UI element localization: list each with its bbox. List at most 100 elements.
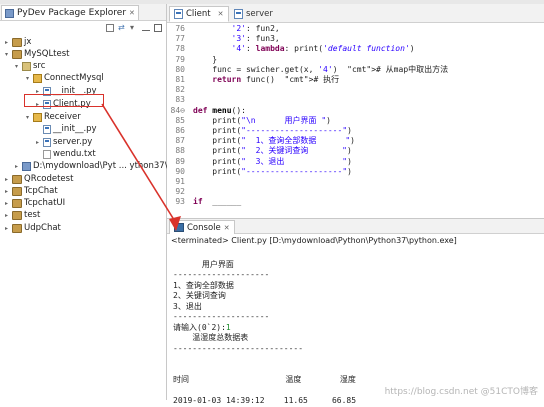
code-text: func = swicher.get(x, '4') "cmt"># 从map中… (193, 64, 449, 74)
tree-item[interactable]: __init__.py (34, 124, 97, 135)
chevron-right-icon[interactable]: ▸ (3, 198, 10, 209)
tree-item[interactable]: ▸ QRcodetest (3, 174, 73, 185)
code-text: } (193, 54, 218, 64)
tab-server[interactable]: server (230, 6, 290, 22)
tree-item[interactable]: ▸ jx (3, 37, 31, 48)
maximize-icon[interactable] (154, 23, 162, 32)
tree-item[interactable]: ▸ TcpChat (3, 186, 58, 197)
line-number: 91 (175, 177, 185, 186)
code-text: print("--------------------") (193, 126, 352, 135)
interpreter-icon (22, 162, 31, 171)
tree-item-label: ConnectMysql (44, 73, 104, 83)
explorer-toolbar: ⇄ ▾ (0, 21, 166, 34)
view-menu-icon[interactable]: ▾ (130, 23, 138, 32)
chevron-right-icon[interactable]: ▸ (3, 174, 10, 185)
collapse-all-icon[interactable] (106, 23, 114, 32)
code-line[interactable]: 76 '2': fun2, (167, 24, 544, 34)
tree-item[interactable]: ▸ server.py (34, 137, 92, 148)
tree-item-label: test (24, 210, 41, 220)
chevron-right-icon[interactable]: ▸ (3, 210, 10, 221)
tree-item[interactable]: ▸ UdpChat (3, 223, 61, 234)
line-number: 87 (175, 136, 185, 146)
link-with-editor-icon[interactable]: ⇄ (118, 23, 126, 32)
code-line[interactable]: 81 return func() "cmt"># 执行 (167, 75, 544, 85)
tree-item[interactable]: ▸ test (3, 210, 40, 221)
code-line[interactable]: 80 func = swicher.get(x, '4') "cmt"># 从m… (167, 65, 544, 75)
code-line[interactable]: 77 '3': fun3, (167, 34, 544, 44)
code-line[interactable]: 93 if ______ (167, 197, 544, 207)
chevron-right-icon[interactable]: ▸ (13, 161, 20, 172)
console-output-line: --------------------------- (173, 343, 304, 353)
tree-item-label: jx (24, 37, 32, 47)
minimize-icon[interactable] (142, 25, 150, 31)
line-number: 88 (175, 146, 185, 156)
chevron-right-icon[interactable]: ▸ (3, 186, 10, 197)
code-line[interactable]: 89 print(" 3、退出 ") (167, 157, 544, 167)
line-number: 82 (175, 85, 185, 95)
line-number: 86 (175, 126, 185, 135)
console-icon (174, 223, 184, 232)
tree-item-label: TcpChat (24, 186, 58, 196)
tree-item[interactable]: ▾ ConnectMysql (24, 73, 104, 84)
code-line[interactable]: 86 print("--------------------") (167, 126, 544, 136)
chevron-right-icon[interactable]: ▸ (3, 223, 10, 234)
close-icon[interactable]: ✕ (218, 10, 224, 18)
console-panel: Console ✕ <terminated> Client.py [D:\myd… (167, 218, 544, 406)
console-output-line: 2、关键词查询 (173, 291, 226, 300)
console-tab-label: Console (187, 222, 221, 233)
code-line[interactable]: 90 print("--------------------") (167, 167, 544, 177)
code-text: def menu(): (193, 105, 246, 115)
chevron-down-icon[interactable]: ▾ (13, 61, 20, 72)
watermark: https://blog.csdn.net @51CTO博客 (384, 387, 538, 397)
code-line[interactable]: 83 (167, 95, 544, 105)
chevron-down-icon[interactable]: ▾ (3, 49, 10, 60)
project-icon (12, 50, 22, 59)
py-file-icon (43, 138, 51, 147)
tree-item-label: wendu.txt (53, 149, 96, 159)
tree-item-label: UdpChat (24, 223, 61, 233)
code-text: print(" 1、查询全部数据 ") (193, 136, 355, 146)
tree-item[interactable]: ▾ src (13, 61, 45, 72)
package-explorer-panel: PyDev Package Explorer ✕ ⇄ ▾ ▸ jx ▾ MySQLte… (0, 4, 215, 400)
chevron-down-icon[interactable]: ▾ (24, 73, 31, 84)
project-icon (12, 211, 22, 220)
console-output-line: 2019-01-03 14:39:12 11.65 66.85 (173, 396, 357, 405)
code-line[interactable]: 91 (167, 177, 544, 187)
console-output[interactable]: 用户界面 -------------------- 1、查询全部数据 2、关键词查询 3… (167, 249, 544, 406)
python-file-icon (234, 9, 243, 19)
tree-item[interactable]: ▾ MySQLtest (3, 49, 70, 60)
code-line[interactable]: 88 print(" 2、关键词查询 ") (167, 146, 544, 156)
tab-client[interactable]: Client ✕ (169, 6, 229, 22)
line-number: 84⊖ (170, 105, 185, 115)
code-line[interactable]: 82 (167, 85, 544, 95)
code-area[interactable]: 76 '2': fun2, 77 '3': fun3, 78 '4': lambda… (167, 24, 544, 216)
chevron-right-icon[interactable]: ▸ (34, 137, 41, 148)
py-file-icon (43, 125, 51, 134)
tree-item[interactable]: ▸ TcpchatUI (3, 198, 65, 209)
explorer-tab[interactable]: PyDev Package Explorer ✕ (1, 5, 139, 20)
line-number: 79 (175, 54, 185, 64)
tab-console[interactable]: Console ✕ (169, 220, 235, 234)
close-icon[interactable]: ✕ (224, 224, 230, 232)
tree-item[interactable]: wendu.txt (34, 149, 96, 160)
close-icon[interactable]: ✕ (129, 9, 135, 17)
project-icon (12, 38, 22, 47)
code-text: return func() "cmt"># 执行 (212, 75, 340, 84)
code-text: '2': fun2, (231, 24, 280, 33)
code-line[interactable]: 87 print(" 1、查询全部数据 ") (167, 136, 544, 146)
code-line[interactable]: 92 (167, 187, 544, 197)
tab-client-label: Client (186, 9, 211, 19)
python-file-icon (174, 9, 183, 19)
chevron-right-icon[interactable]: ▸ (3, 37, 10, 48)
code-line[interactable]: 84⊖ def menu(): (167, 106, 544, 116)
tree-item[interactable]: ▾ Receiver (24, 112, 81, 123)
line-number: 93 (175, 197, 185, 207)
code-line[interactable]: 78 '4': lambda: print('default function'… (167, 44, 544, 54)
code-line[interactable]: 79 } (167, 55, 544, 65)
code-text: '3': fun3, (231, 34, 280, 44)
code-line[interactable]: 85 print("\n 用户界面 ") (167, 116, 544, 126)
code-text: '4': lambda: print('default function') (231, 44, 415, 54)
console-output-line: -------------------- (173, 312, 270, 321)
chevron-down-icon[interactable]: ▾ (24, 112, 31, 123)
source-folder-icon (22, 62, 31, 71)
